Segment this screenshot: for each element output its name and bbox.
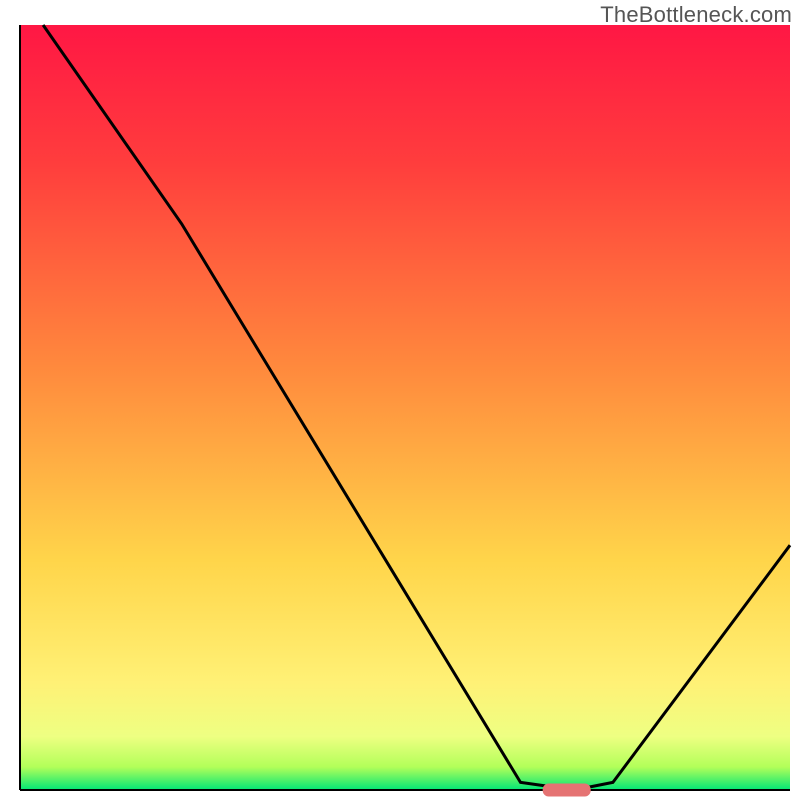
- bottleneck-chart: TheBottleneck.com: [0, 0, 800, 800]
- watermark-text: TheBottleneck.com: [600, 2, 792, 28]
- optimal-marker: [543, 784, 591, 797]
- chart-svg: [0, 0, 800, 800]
- gradient-background: [20, 25, 790, 790]
